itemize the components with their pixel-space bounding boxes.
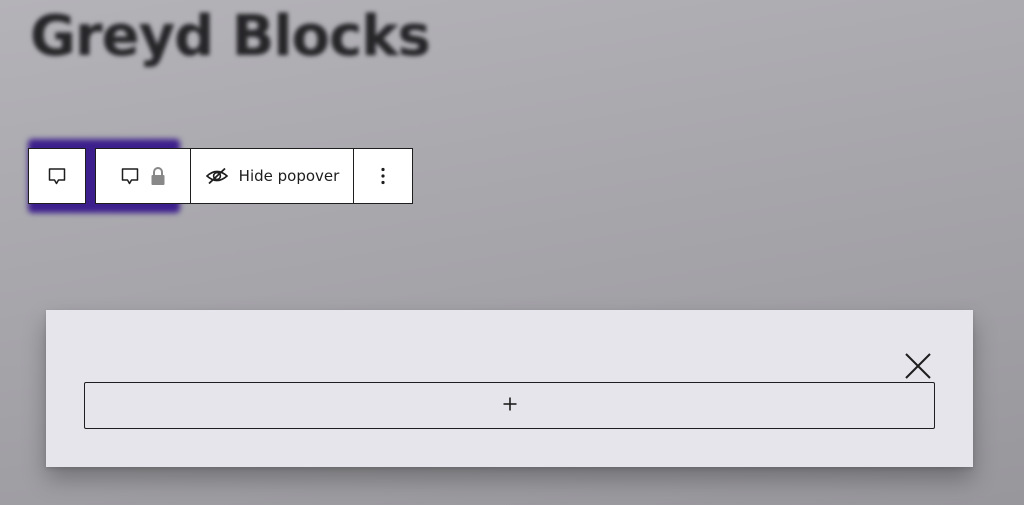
speech-bubble-icon [47,166,67,186]
block-type-button[interactable] [96,149,190,203]
parent-block-toolbar [28,148,86,204]
eye-slash-icon [205,166,229,186]
block-toolbar: Hide popover [95,148,413,204]
lock-icon [150,166,166,186]
site-title: Greyd Blocks [30,4,431,69]
close-icon [903,351,933,385]
plus-icon [502,396,518,416]
select-parent-block-button[interactable] [29,149,85,203]
vertical-ellipsis-icon [380,166,386,186]
block-options-button[interactable] [353,149,411,203]
close-popover-button[interactable] [900,350,936,386]
popover [46,310,973,467]
hide-popover-button[interactable]: Hide popover [190,149,353,203]
speech-bubble-icon [120,166,140,186]
hide-popover-label: Hide popover [238,167,340,185]
add-block-button[interactable] [84,382,935,429]
